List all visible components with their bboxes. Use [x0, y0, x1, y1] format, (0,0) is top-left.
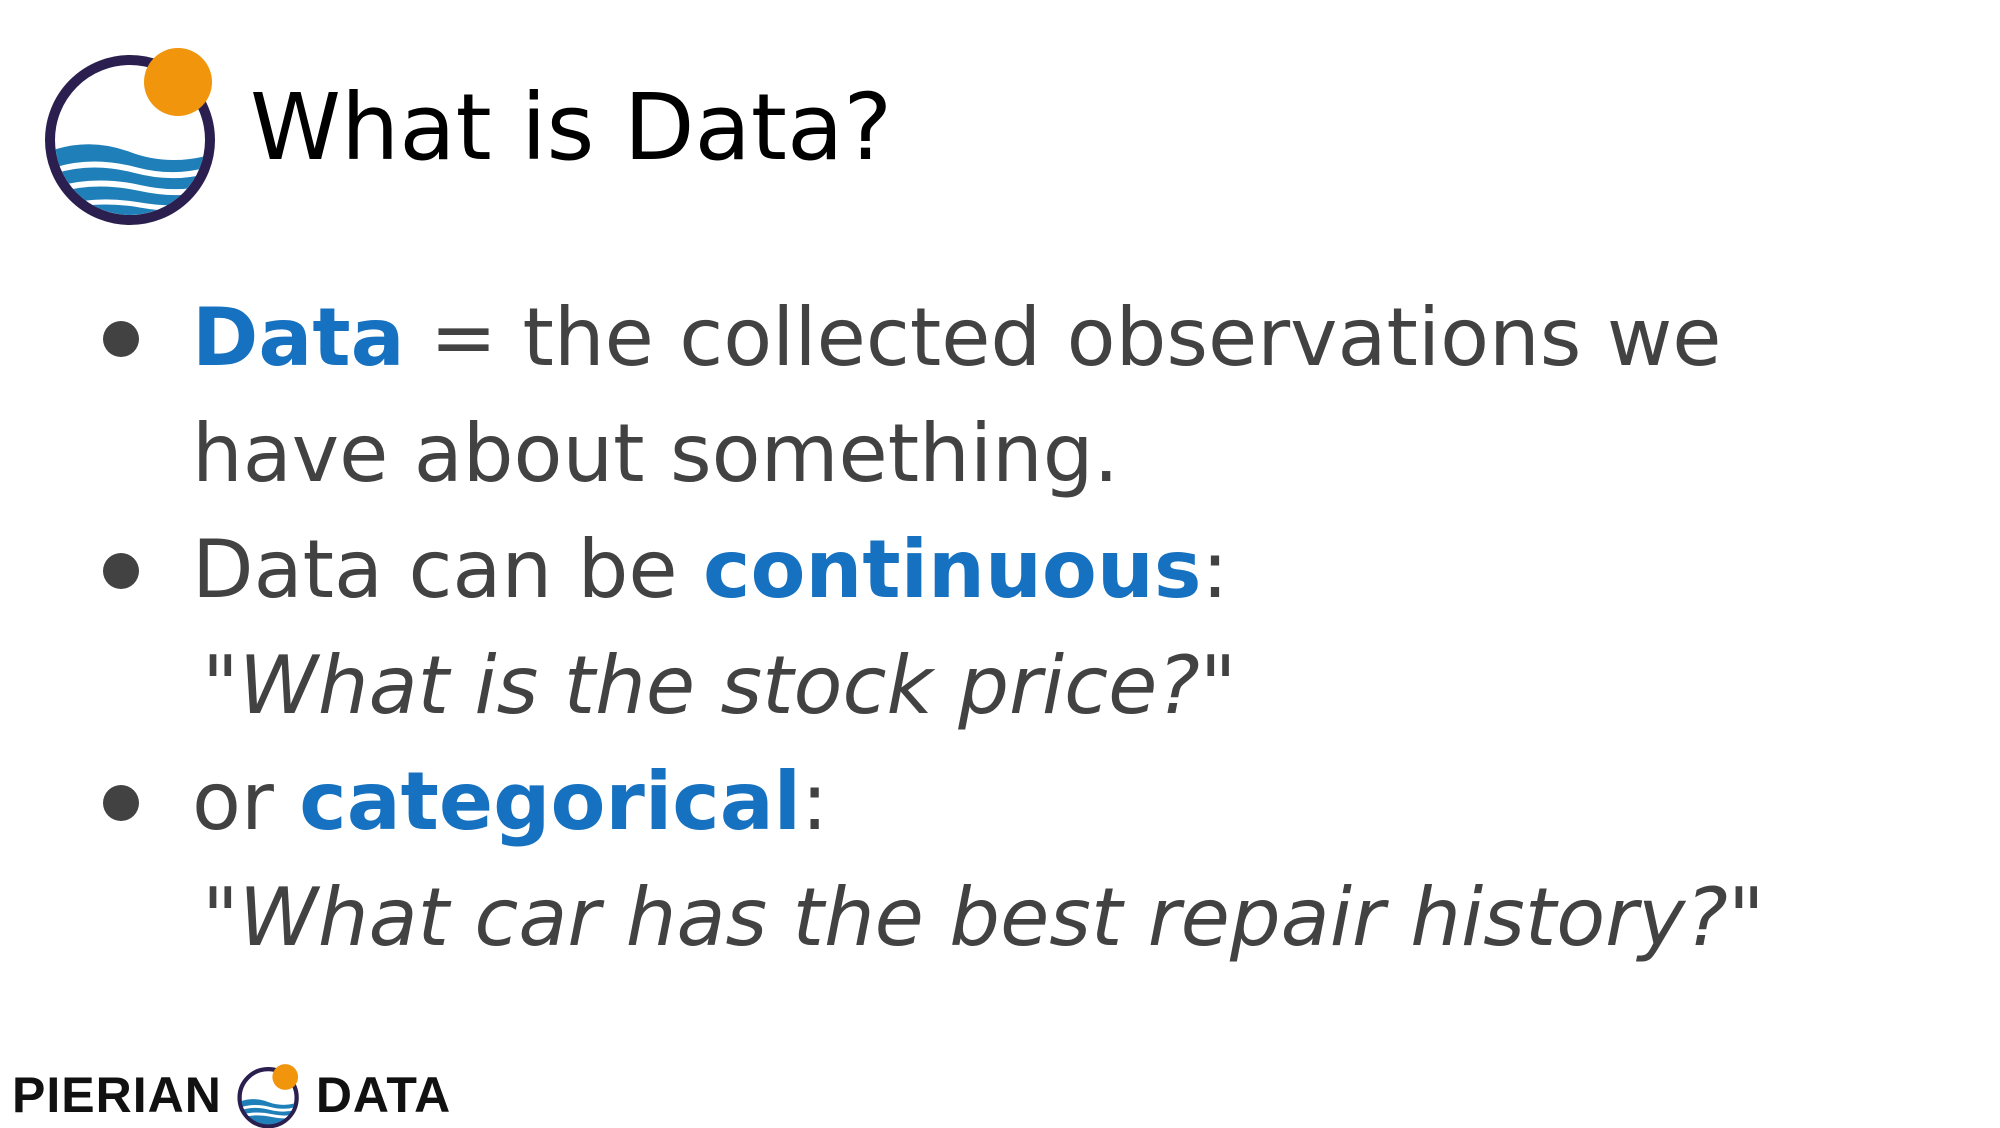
bullet-dot-icon: [103, 785, 139, 821]
bullet-text: or: [192, 755, 300, 848]
bullet-dot-icon: [103, 321, 139, 357]
bullet-item-data-definition: Data = the collected observations we hav…: [100, 280, 1920, 512]
highlight-term: continuous: [703, 523, 1202, 616]
bullet-line: Data can be continuous:: [192, 523, 1228, 616]
bullet-dot-icon: [103, 553, 139, 589]
slide: What is Data? Data = the collected obser…: [0, 0, 2000, 1128]
pierian-data-logo-icon: [237, 1064, 299, 1128]
highlight-term: Data: [192, 291, 405, 384]
bullet-suffix: :: [801, 755, 829, 848]
bullet-item-categorical: or categorical: "What car has the best r…: [100, 744, 1920, 976]
bullet-line: or categorical:: [192, 755, 828, 848]
brand-name-right: DATA: [315, 1067, 452, 1123]
bullet-list: Data = the collected observations we hav…: [100, 280, 1920, 976]
bullet-item-continuous: Data can be continuous: "What is the sto…: [100, 512, 1920, 744]
brand-name-left: PIERIAN: [12, 1067, 222, 1123]
footer-brand: PIERIAN DATA: [12, 1062, 451, 1128]
example-quote: "What car has the best repair history?": [202, 871, 1765, 964]
example-quote: "What is the stock price?": [202, 639, 1237, 732]
highlight-term: categorical: [299, 755, 802, 848]
slide-title: What is Data?: [250, 74, 893, 181]
bullet-suffix: :: [1201, 523, 1229, 616]
pierian-data-logo-icon: [45, 48, 215, 225]
bullet-text: Data can be: [192, 523, 704, 616]
bullet-line: Data = the collected observations we: [192, 291, 1722, 384]
bullet-text: have about something.: [192, 407, 1119, 500]
bullet-text: = the collected observations we: [404, 291, 1722, 384]
